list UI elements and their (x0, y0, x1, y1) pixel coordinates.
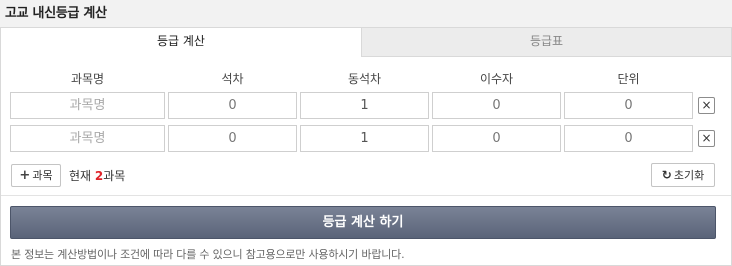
students-input[interactable] (432, 125, 561, 152)
tab-grade-table[interactable]: 등급표 (362, 28, 731, 57)
plus-icon: + (19, 168, 31, 183)
students-input[interactable] (432, 92, 561, 119)
close-icon: × (701, 98, 712, 112)
reset-button[interactable]: ↻ 초기화 (651, 163, 715, 187)
subject-count: 2 (94, 169, 104, 183)
page-title: 고교 내신등급 계산 (5, 6, 107, 21)
tab-grade-calc[interactable]: 등급 계산 (1, 28, 362, 57)
reset-label: 초기화 (673, 169, 705, 182)
subject-input[interactable] (10, 125, 165, 152)
tied-rank-input[interactable] (300, 92, 429, 119)
status-prefix: 현재 (69, 169, 95, 183)
column-header-tied-rank: 동석차 (347, 72, 382, 86)
disclaimer-text: 본 정보는 계산방법이나 조건에 따라 다를 수 있으니 참고용으로만 사용하시… (11, 248, 405, 261)
subject-count-status: 현재 2과목 (69, 167, 125, 184)
tab-bar: 등급 계산 등급표 (1, 28, 731, 57)
delete-row-button[interactable]: × (698, 97, 715, 114)
calculate-grade-button[interactable]: 등급 계산 하기 (10, 206, 716, 239)
status-suffix: 과목 (103, 169, 126, 183)
units-input[interactable] (564, 125, 693, 152)
subject-input[interactable] (10, 92, 165, 119)
delete-row-button[interactable]: × (698, 130, 715, 147)
column-header-students: 이수자 (479, 72, 514, 86)
units-input[interactable] (564, 92, 693, 119)
refresh-icon: ↻ (661, 168, 672, 182)
column-header-subject: 과목명 (70, 72, 105, 86)
add-subject-button[interactable]: + 과목 (11, 164, 61, 187)
close-icon: × (701, 131, 712, 145)
rank-input[interactable] (168, 92, 297, 119)
column-header-rank: 석차 (221, 72, 244, 86)
calculator-panel: 등급 계산 등급표 과목명 석차 동석차 이수자 단위 × × +과목 현재 2… (0, 27, 732, 266)
rank-input[interactable] (168, 125, 297, 152)
tied-rank-input[interactable] (300, 125, 429, 152)
add-subject-label: 과목 (32, 169, 53, 182)
divider (1, 195, 731, 196)
column-header-units: 단위 (617, 72, 640, 86)
